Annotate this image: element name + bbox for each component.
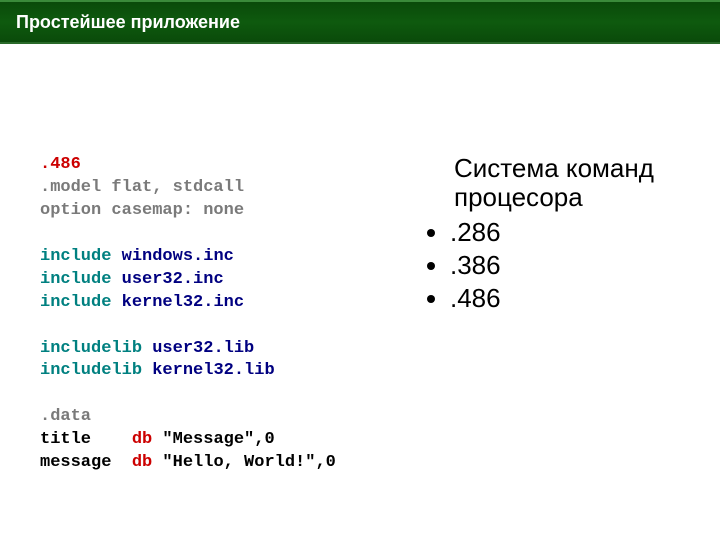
- right-panel: Система команд процесора .286 .386 .486: [410, 154, 690, 475]
- code-token: includelib: [40, 361, 142, 380]
- code-token: db: [132, 453, 152, 472]
- bullet-list: .286 .386 .486: [420, 217, 690, 314]
- list-item: .386: [450, 250, 690, 281]
- code-block: .486 .model flat, stdcall option casemap…: [40, 154, 410, 475]
- code-token: includelib: [40, 339, 142, 358]
- code-token: kernel32.lib: [142, 361, 275, 380]
- slide-header: Простейшее приложение: [0, 0, 720, 44]
- slide-title: Простейшее приложение: [16, 12, 704, 33]
- code-token: title: [40, 430, 91, 449]
- code-token: windows.inc: [111, 247, 233, 266]
- slide-content: .486 .model flat, stdcall option casemap…: [0, 44, 720, 475]
- code-token: message: [40, 453, 111, 472]
- code-token: "Hello, World!",0: [152, 453, 336, 472]
- code-token: flat, stdcall: [101, 178, 244, 197]
- code-token: kernel32.inc: [111, 293, 244, 312]
- right-heading: Система команд процесора: [420, 154, 690, 211]
- code-token: .model: [40, 178, 101, 197]
- code-token: .486: [40, 155, 81, 174]
- code-token: include: [40, 293, 111, 312]
- code-token: include: [40, 247, 111, 266]
- code-token: db: [132, 430, 152, 449]
- code-token: casemap: none: [101, 201, 244, 220]
- code-token: user32.lib: [142, 339, 254, 358]
- code-token: "Message",0: [152, 430, 274, 449]
- list-item: .486: [450, 283, 690, 314]
- code-token: user32.inc: [111, 270, 223, 289]
- code-token: .data: [40, 407, 91, 426]
- code-token: include: [40, 270, 111, 289]
- code-token: option: [40, 201, 101, 220]
- list-item: .286: [450, 217, 690, 248]
